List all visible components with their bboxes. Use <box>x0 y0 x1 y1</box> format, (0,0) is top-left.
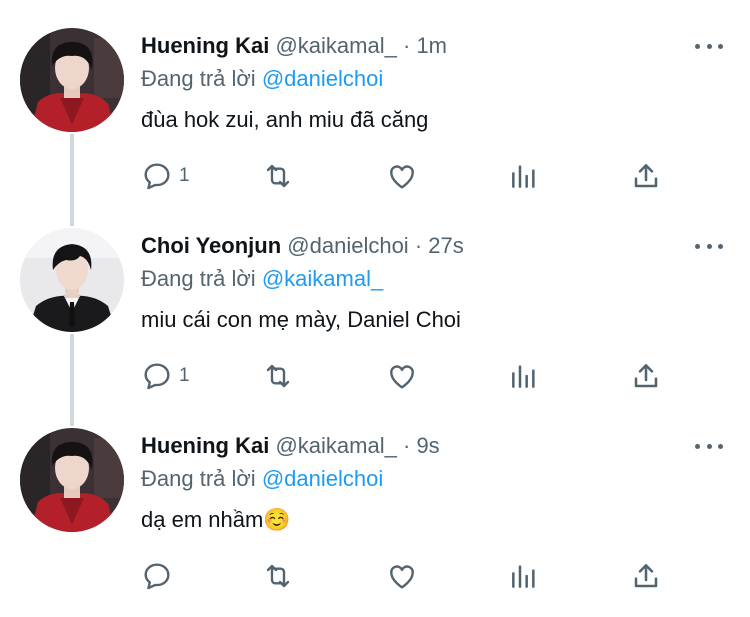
more-icon[interactable] <box>695 236 723 256</box>
tweet[interactable]: Choi Yeonjun @danielchoi · 27s Đang trả … <box>0 200 750 400</box>
separator-dot: · <box>402 33 411 58</box>
more-icon[interactable] <box>695 36 723 56</box>
share-button[interactable] <box>630 558 662 594</box>
reply-button[interactable] <box>141 558 179 594</box>
mention-link[interactable]: @kaikamal_ <box>262 266 383 291</box>
retweet-icon <box>266 364 290 388</box>
avatar[interactable] <box>20 28 124 132</box>
display-name[interactable]: Choi Yeonjun <box>141 233 281 258</box>
retweet-button[interactable] <box>262 558 294 594</box>
share-button[interactable] <box>630 358 662 394</box>
mention-link[interactable]: @danielchoi <box>262 66 383 91</box>
share-icon <box>634 564 658 588</box>
like-icon <box>390 165 414 189</box>
tweet-header: Choi Yeonjun @danielchoi · 27s <box>141 232 464 260</box>
retweet-button[interactable] <box>262 358 294 394</box>
views-icon <box>512 165 535 188</box>
share-button[interactable] <box>630 158 662 194</box>
separator-dot: · <box>414 233 423 258</box>
like-icon <box>390 365 414 389</box>
retweet-button[interactable] <box>262 158 294 194</box>
reply-button[interactable]: 1 <box>141 158 190 194</box>
tweet-actions: 1 <box>0 358 750 394</box>
like-button[interactable] <box>386 158 418 194</box>
views-button[interactable] <box>508 158 540 194</box>
timestamp[interactable]: 9s <box>416 433 439 458</box>
retweet-icon <box>266 164 290 188</box>
replying-to: Đang trả lời @kaikamal_ <box>141 264 383 294</box>
reply-icon <box>144 563 170 590</box>
tweet-text: miu cái con mẹ mày, Daniel Choi <box>141 307 461 332</box>
more-icon[interactable] <box>695 436 723 456</box>
user-handle[interactable]: @danielchoi <box>287 233 408 258</box>
tweet-actions <box>0 558 750 594</box>
tweet-header: Huening Kai @kaikamal_ · 1m <box>141 32 447 60</box>
replying-prefix: Đang trả lời <box>141 466 256 491</box>
replying-prefix: Đang trả lời <box>141 66 256 91</box>
avatar[interactable] <box>20 428 124 532</box>
mention-link[interactable]: @danielchoi <box>262 466 383 491</box>
reply-icon <box>144 363 170 390</box>
retweet-icon <box>266 564 290 588</box>
reply-button[interactable]: 1 <box>141 358 190 394</box>
share-icon <box>634 164 658 188</box>
tweet-actions: 1 <box>0 158 750 194</box>
tweet-header: Huening Kai @kaikamal_ · 9s <box>141 432 440 460</box>
share-icon <box>634 364 658 388</box>
avatar[interactable] <box>20 228 124 332</box>
tweet[interactable]: Huening Kai @kaikamal_ · 1m Đang trả lời… <box>0 0 750 200</box>
display-name[interactable]: Huening Kai <box>141 33 269 58</box>
user-handle[interactable]: @kaikamal_ <box>275 33 396 58</box>
replying-to: Đang trả lời @danielchoi <box>141 464 383 494</box>
views-button[interactable] <box>508 358 540 394</box>
tweet-text: dạ em nhầm☺️ <box>141 507 291 532</box>
replying-to: Đang trả lời @danielchoi <box>141 64 383 94</box>
separator-dot: · <box>402 433 411 458</box>
timestamp[interactable]: 27s <box>428 233 463 258</box>
reply-count: 1 <box>179 165 190 186</box>
tweet-text: đùa hok zui, anh miu đã căng <box>141 107 429 132</box>
user-handle[interactable]: @kaikamal_ <box>275 433 396 458</box>
replying-prefix: Đang trả lời <box>141 266 256 291</box>
reply-icon <box>144 163 170 190</box>
views-icon <box>512 565 535 588</box>
views-icon <box>512 365 535 388</box>
tweet[interactable]: Huening Kai @kaikamal_ · 9s Đang trả lời… <box>0 400 750 600</box>
views-button[interactable] <box>508 558 540 594</box>
like-button[interactable] <box>386 358 418 394</box>
like-button[interactable] <box>386 558 418 594</box>
reply-count: 1 <box>179 365 190 386</box>
timestamp[interactable]: 1m <box>416 33 447 58</box>
display-name[interactable]: Huening Kai <box>141 433 269 458</box>
like-icon <box>390 565 414 589</box>
